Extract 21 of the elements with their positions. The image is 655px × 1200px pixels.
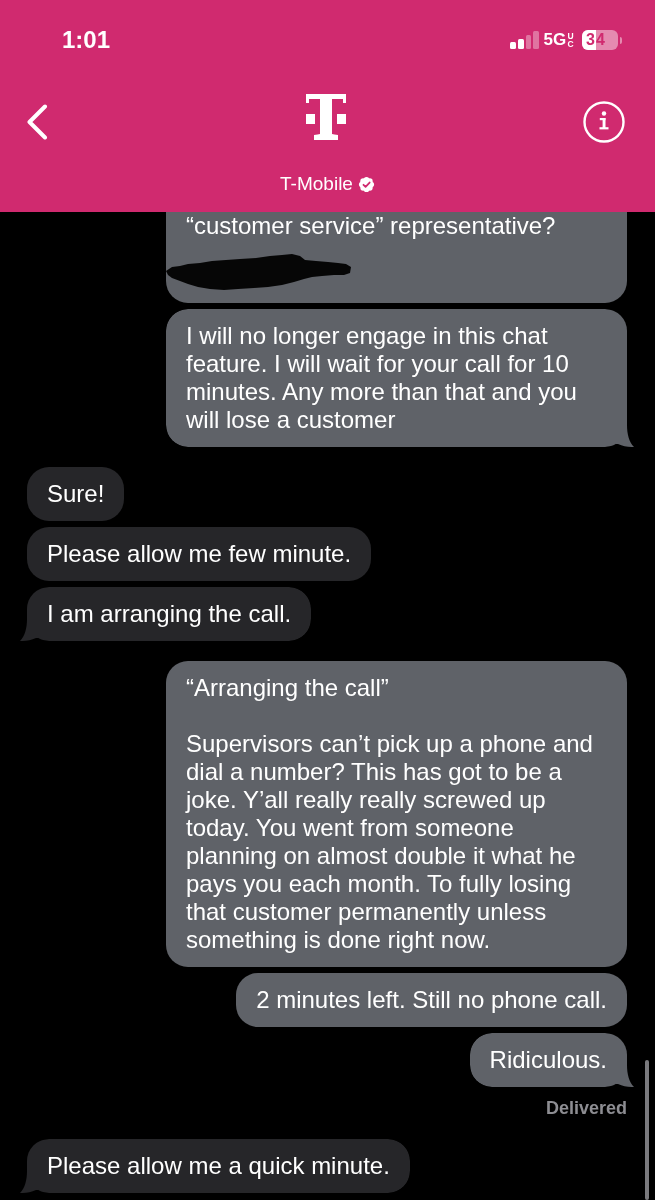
message-text: I will no longer engage in this chat feature. I will wait for your call for 10 minutes. Any more than that and you will lose a customer	[186, 322, 578, 434]
message-text: 2 minutes left. Still no phone call.	[256, 986, 607, 1014]
message-text: Ridiculous.	[489, 1046, 607, 1074]
status-time: 1:01	[62, 26, 111, 54]
message-text: Please allow me few minute.	[47, 540, 352, 568]
message-text: “Arranging the call” Supervisors can’t pick up a phone and dial a number? This has got to be a joke. Y’all really really screwed up today. You went from someone planning on almost double it what he pays you each month. To fully losing that customer permanently unless something is done right now.	[186, 674, 594, 954]
message-text: Please allow me a quick minute.	[47, 1152, 390, 1180]
message-text: “customer service” representative?	[186, 212, 557, 240]
info-button[interactable]	[583, 101, 625, 143]
t-logo-icon	[305, 94, 346, 140]
network-label: 5G	[543, 31, 567, 49]
back-button[interactable]	[26, 104, 48, 140]
info-icon	[583, 101, 625, 143]
message-text: I am arranging the call.	[47, 600, 292, 628]
delivery-status: Delivered	[545, 1097, 627, 1119]
chevron-left-icon	[26, 104, 48, 140]
message-text: Sure!	[47, 480, 105, 508]
network-suffix-label: UC	[567, 32, 574, 48]
signal-icon	[509, 31, 539, 49]
contact-name: T-Mobile	[280, 173, 353, 195]
battery-indicator: 34	[582, 30, 622, 50]
